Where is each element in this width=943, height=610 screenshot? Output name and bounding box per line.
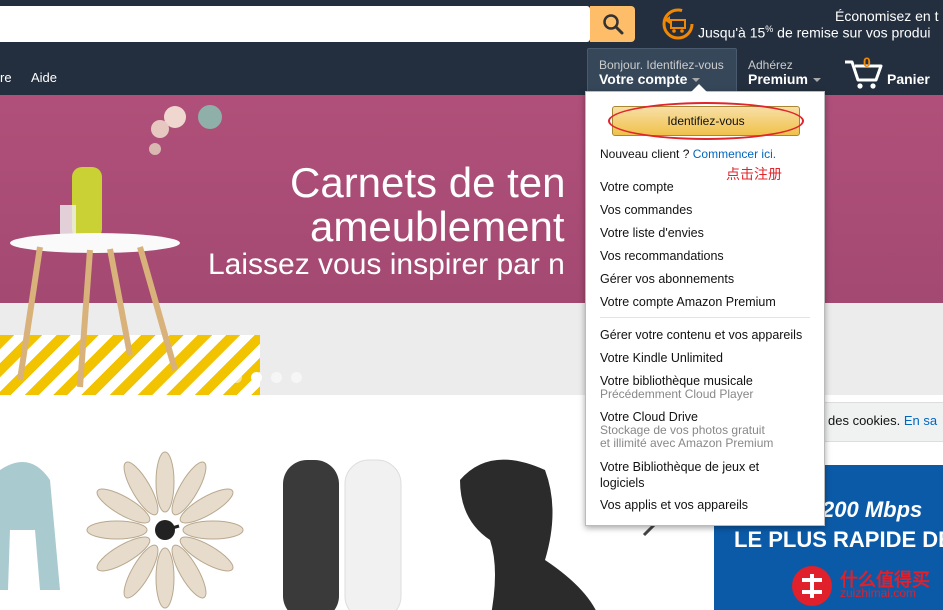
menu-item-apps-devices[interactable]: Vos applis et vos appareils — [600, 498, 748, 512]
ad-line2: LE PLUS RAPIDE DE — [734, 527, 943, 552]
premium-label: Premium — [748, 71, 821, 87]
cart-count: 0 — [863, 54, 871, 70]
search-input[interactable] — [0, 6, 590, 42]
new-client-row: Nouveau client ? Commencer ici. — [600, 147, 776, 161]
cookie-link[interactable]: En sa — [904, 413, 937, 428]
top-header: Économisez en t Jusqu'à 15% de remise su… — [0, 0, 943, 95]
signin-button[interactable]: Identifiez-vous — [612, 106, 800, 136]
premium-menu-trigger[interactable]: Adhérez Premium — [748, 58, 838, 92]
refresh-cart-icon — [662, 8, 694, 40]
sunburst-clock-image[interactable] — [75, 450, 255, 610]
menu-item-label: Votre bibliothèque musicale — [600, 374, 753, 388]
ad-line1: 200 Mbps — [822, 497, 923, 522]
account-label: Votre compte — [599, 71, 701, 87]
promo-line2: Jusqu'à 15% de remise sur vos produi — [698, 24, 931, 41]
menu-item-recommendations[interactable]: Vos recommandations — [600, 249, 724, 263]
hero-title-line2: ameublement — [310, 203, 565, 250]
menu-item-label: Votre Cloud Drive — [600, 410, 698, 424]
menu-item-premium-account[interactable]: Votre compte Amazon Premium — [600, 295, 776, 309]
dropdown-pointer — [691, 84, 707, 92]
cookie-notice: des cookies. En sa — [824, 402, 943, 442]
menu-item-subscriptions[interactable]: Gérer vos abonnements — [600, 272, 734, 286]
menu-item-label: logiciels — [600, 476, 645, 490]
hero-subtitle: Laissez vous inspirer par n — [208, 248, 565, 281]
menu-divider — [600, 317, 810, 318]
premium-promo[interactable]: Économisez en t Jusqu'à 15% de remise su… — [660, 6, 943, 44]
account-greeting: Bonjour. Identifiez-vous — [599, 58, 724, 72]
grinder-bottles-image[interactable] — [275, 450, 415, 610]
hero-title-line1: Carnets de ten — [290, 159, 566, 206]
account-dropdown: Identifiez-vous Nouveau client ? Commenc… — [585, 84, 825, 526]
carousel-dots — [231, 372, 302, 383]
register-link[interactable]: Commencer ici. — [693, 147, 776, 161]
chevron-down-icon — [692, 78, 701, 83]
carousel-dot[interactable] — [291, 372, 302, 383]
account-menu-trigger[interactable]: Bonjour. Identifiez-vous Votre compte — [587, 48, 737, 94]
promo-line1: Économisez en t — [835, 8, 939, 24]
carousel-dot[interactable] — [271, 372, 282, 383]
annotation-text: 点击注册 — [726, 166, 782, 182]
cart-label: Panier — [887, 71, 930, 87]
hero-furniture-image — [10, 105, 222, 388]
new-client-text: Nouveau client ? — [600, 147, 690, 161]
menu-item-account[interactable]: Votre compte — [600, 180, 674, 194]
carousel-dot[interactable] — [251, 372, 262, 383]
carousel-dot[interactable] — [231, 372, 242, 383]
search-icon — [602, 14, 623, 35]
menu-item-wishlist[interactable]: Votre liste d'envies — [600, 226, 704, 240]
search-button[interactable] — [590, 6, 635, 42]
premium-line1: Adhérez — [748, 58, 793, 72]
chevron-down-icon — [812, 78, 821, 83]
nav-link-partial[interactable]: re — [0, 70, 12, 85]
menu-item-content-devices[interactable]: Gérer votre contenu et vos appareils — [600, 328, 802, 342]
watermark: 什么值得买 zuizhimai.com — [788, 562, 943, 610]
watermark-logo-icon — [792, 566, 832, 606]
cookie-text: des cookies. — [828, 413, 904, 428]
menu-item-sublabel: et illimité avec Amazon Premium — [600, 436, 774, 450]
watermark-line2: zuizhimai.com — [840, 586, 917, 600]
menu-item-orders[interactable]: Vos commandes — [600, 203, 692, 217]
menu-item-label: Votre Bibliothèque de jeux et — [600, 460, 760, 474]
menu-item-sublabel: Précédemment Cloud Player — [600, 387, 754, 401]
nav-link-help[interactable]: Aide — [31, 70, 57, 85]
cart-button[interactable]: 0 Panier — [843, 54, 943, 92]
menu-item-games-library[interactable]: Votre Bibliothèque de jeux et logiciels — [600, 459, 759, 491]
menu-item-music-library[interactable]: Votre bibliothèque musicale Précédemment… — [600, 374, 753, 401]
menu-item-kindle-unlimited[interactable]: Votre Kindle Unlimited — [600, 351, 723, 365]
menu-item-cloud-drive[interactable]: Votre Cloud Drive Stockage de vos photos… — [600, 410, 773, 450]
elephant-chair-image[interactable] — [0, 440, 70, 610]
